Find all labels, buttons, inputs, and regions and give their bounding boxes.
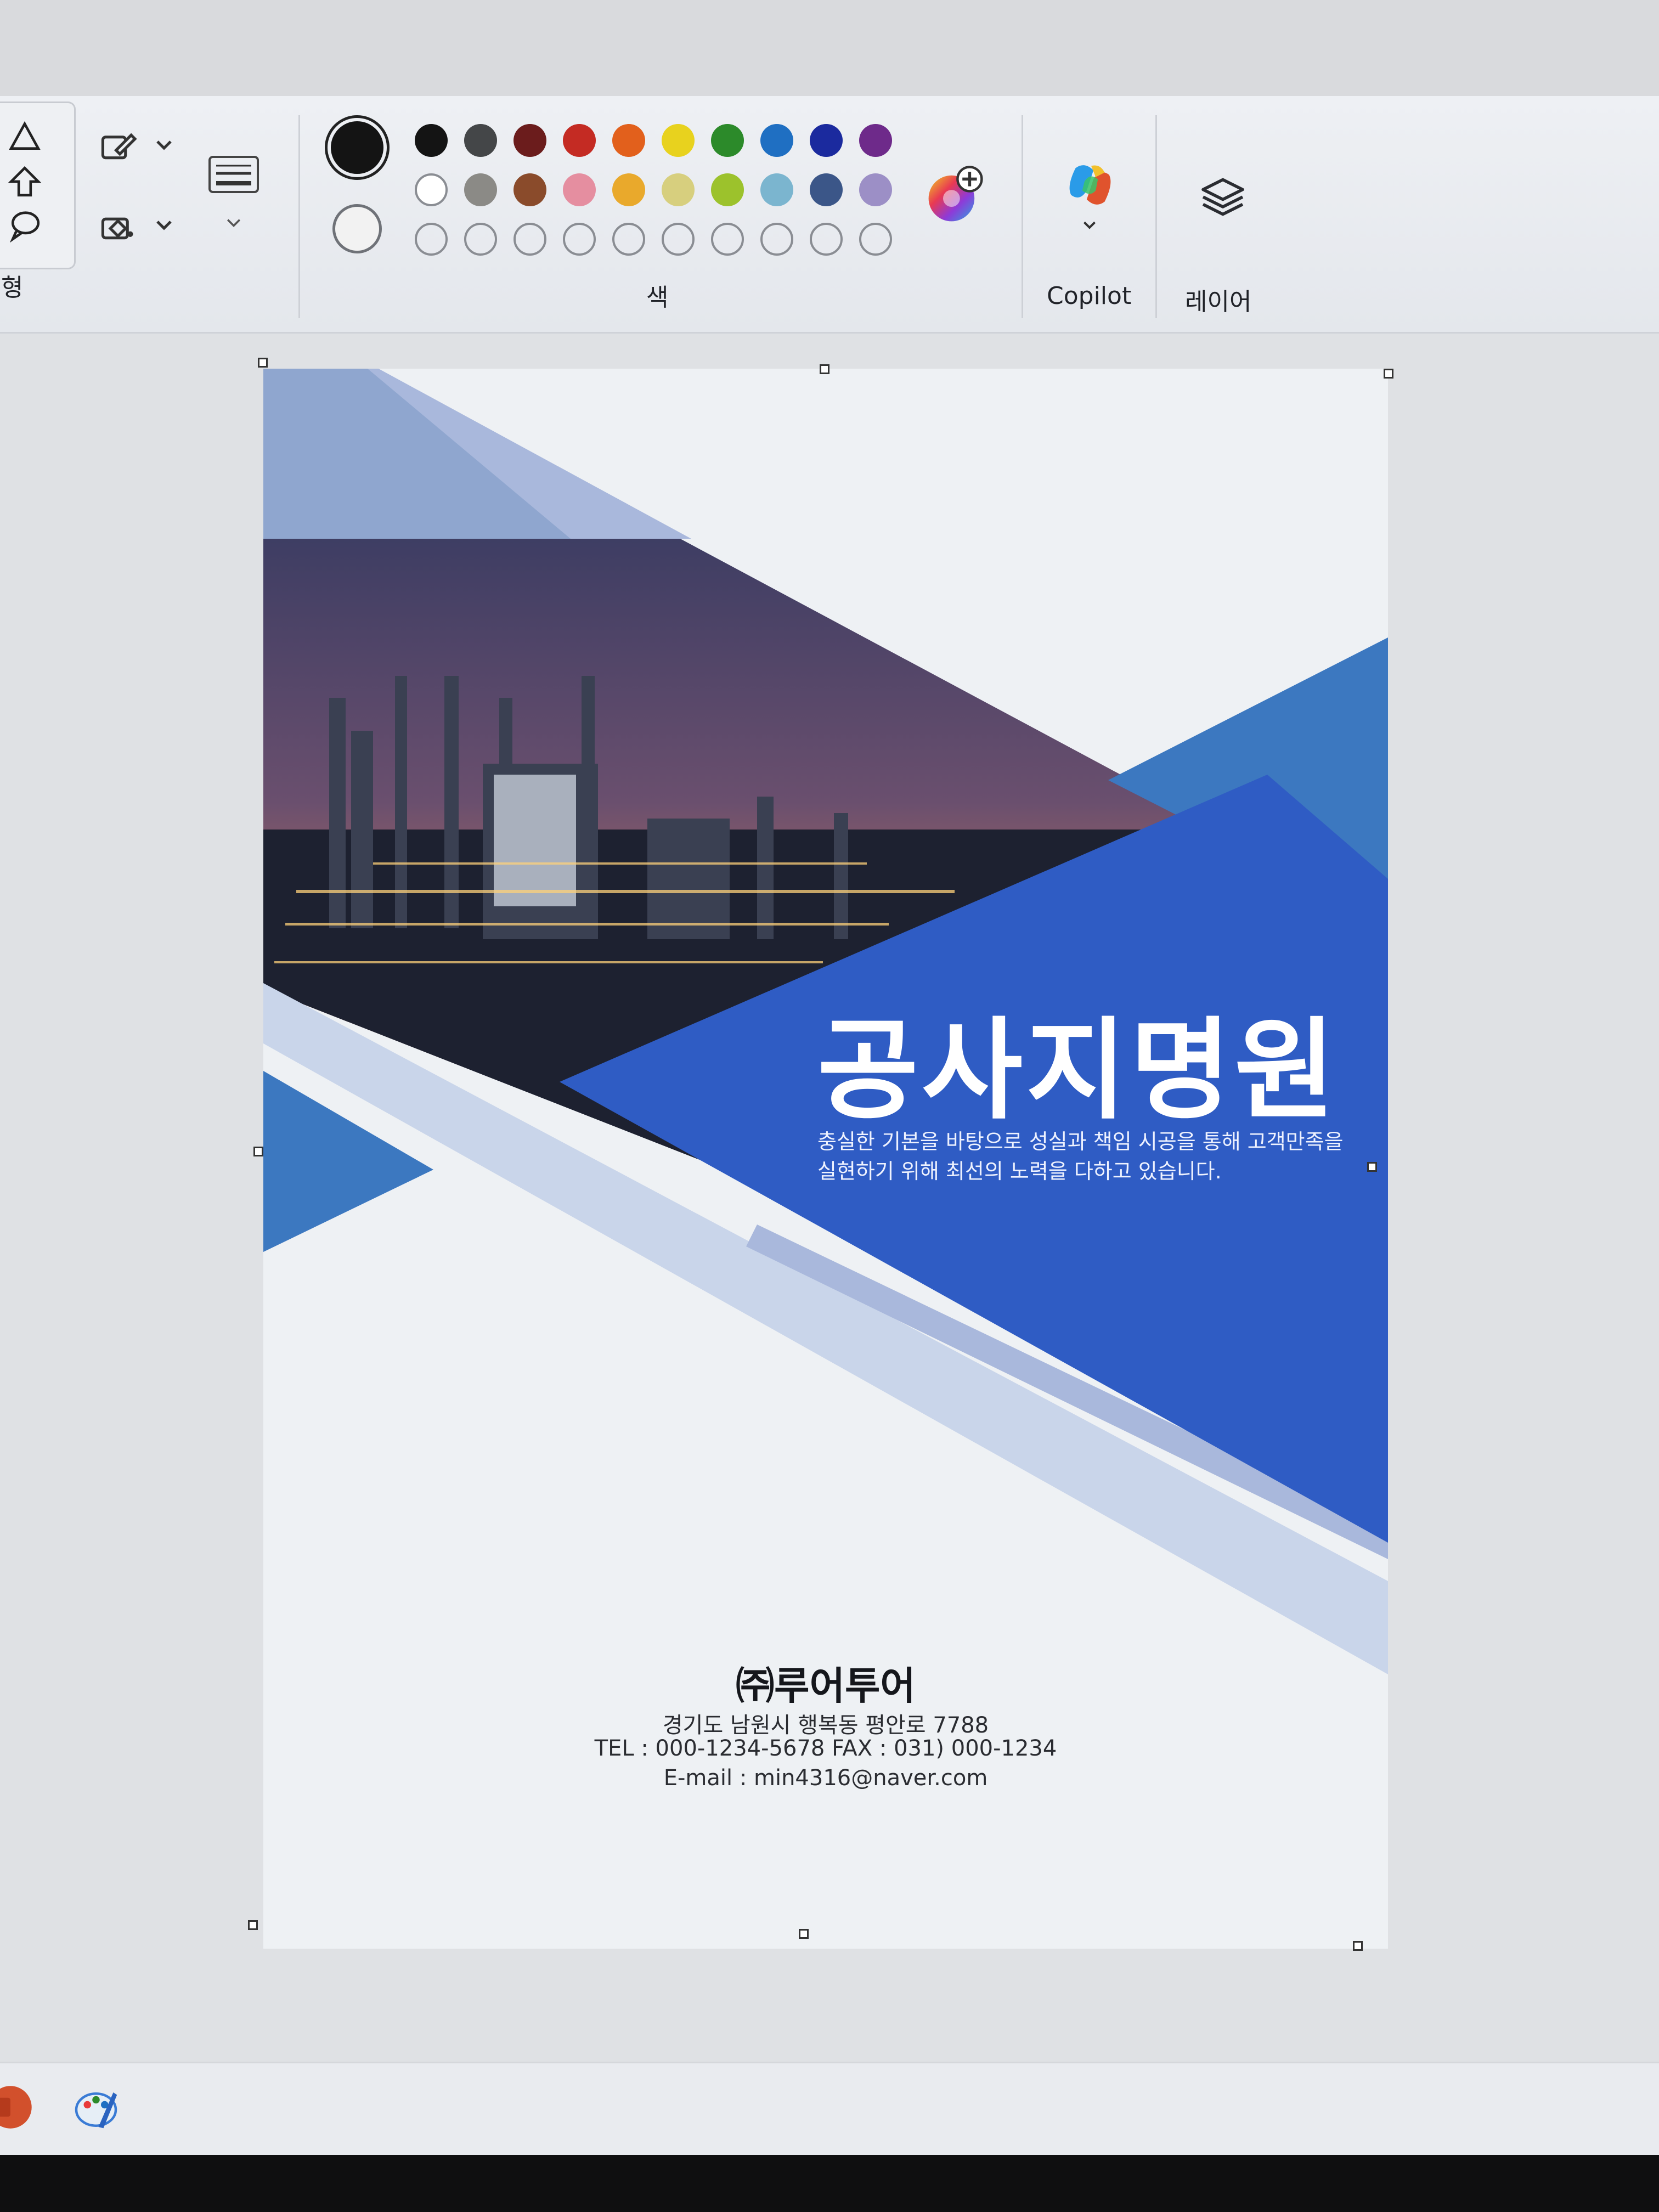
arrow-up-icon[interactable] [8, 165, 42, 199]
company-address: 경기도 남원시 행복동 평안로 7788 [662, 1713, 989, 1738]
ribbon-separator [1155, 115, 1157, 318]
color-swatch[interactable] [859, 124, 892, 157]
custom-color-slot[interactable] [464, 223, 497, 256]
color-swatch[interactable] [464, 173, 497, 206]
color-swatch[interactable] [464, 124, 497, 157]
color-swatch[interactable] [415, 124, 448, 157]
color-swatch[interactable] [612, 173, 645, 206]
resize-handle-left[interactable] [253, 1147, 263, 1156]
copilot-label[interactable]: Copilot [1047, 282, 1131, 310]
powerpoint-app-icon[interactable] [0, 2084, 34, 2131]
paint-app-icon[interactable] [71, 2083, 121, 2132]
resize-handle-bottom[interactable] [799, 1929, 809, 1939]
color-swatch[interactable] [514, 124, 546, 157]
custom-color-slot[interactable] [760, 223, 793, 256]
color-swatch[interactable] [711, 173, 744, 206]
resize-handle-top-right[interactable] [1384, 369, 1393, 379]
speech-bubble-icon[interactable] [8, 208, 42, 242]
custom-color-slot[interactable] [711, 223, 744, 256]
pencil-outline-icon[interactable] [99, 129, 137, 163]
color-swatch[interactable] [514, 173, 546, 206]
description-line-1: 충실한 기본을 바탕으로 성실과 책임 시공을 통해 고객만족을 [817, 1130, 1344, 1154]
layers-label[interactable]: 레이어 [1185, 282, 1251, 317]
fill-bucket-icon[interactable] [99, 210, 137, 244]
chevron-down-icon[interactable] [151, 134, 177, 156]
color-swatch[interactable] [415, 173, 448, 206]
triangle-icon[interactable] [8, 120, 42, 154]
color-swatch[interactable] [760, 173, 793, 206]
shapes-group-label: 형 [1, 274, 24, 302]
window-top-bar [0, 0, 1659, 96]
custom-color-slot[interactable] [514, 223, 546, 256]
resize-handle-right[interactable] [1367, 1162, 1377, 1172]
custom-color-slot[interactable] [612, 223, 645, 256]
colors-group-label: 색 [646, 284, 669, 312]
copilot-icon[interactable] [1062, 157, 1118, 213]
shapes-gallery[interactable] [0, 101, 76, 269]
taskbar [0, 2062, 1659, 2157]
company-email: E-mail : min4316@naver.com [663, 1765, 988, 1791]
chevron-down-icon[interactable] [151, 214, 177, 236]
color-swatch[interactable] [711, 124, 744, 157]
color-swatch[interactable] [662, 173, 695, 206]
company-name: ㈜루어투어 [736, 1663, 916, 1708]
edit-colors-icon[interactable] [925, 165, 985, 225]
primary-color-selector[interactable] [325, 115, 390, 180]
chevron-down-icon[interactable] [223, 213, 245, 233]
resize-handle-top[interactable] [820, 364, 830, 374]
resize-handle-top-left[interactable] [258, 358, 268, 368]
custom-color-slot[interactable] [415, 223, 448, 256]
layers-icon[interactable] [1198, 172, 1248, 222]
line-size-icon[interactable] [206, 154, 261, 195]
secondary-color-selector[interactable] [332, 204, 382, 253]
ribbon-separator [1022, 115, 1023, 318]
color-swatch[interactable] [612, 124, 645, 157]
resize-handle-bottom-right[interactable] [1353, 1941, 1363, 1951]
company-phone-fax: TEL : 000-1234-5678 FAX : 031) 000-1234 [594, 1736, 1057, 1761]
color-swatch[interactable] [760, 124, 793, 157]
description-line-2: 실현하기 위해 최선의 노력을 다하고 있습니다. [817, 1159, 1222, 1183]
color-swatch[interactable] [810, 173, 843, 206]
document-title: 공사지명원 [817, 1007, 1339, 1135]
color-swatch[interactable] [662, 124, 695, 157]
custom-color-slot[interactable] [662, 223, 695, 256]
color-swatch[interactable] [810, 124, 843, 157]
monitor-bezel [0, 2155, 1659, 2212]
color-swatch[interactable] [563, 124, 596, 157]
custom-color-slot[interactable] [563, 223, 596, 256]
resize-handle-bottom-left[interactable] [248, 1920, 258, 1930]
document-canvas[interactable]: 공사지명원 충실한 기본을 바탕으로 성실과 책임 시공을 통해 고객만족을 실… [263, 369, 1388, 1949]
chevron-down-icon[interactable] [1080, 216, 1099, 234]
primary-color-swatch [331, 121, 383, 174]
custom-color-slot[interactable] [859, 223, 892, 256]
color-swatch[interactable] [563, 173, 596, 206]
color-swatch[interactable] [859, 173, 892, 206]
custom-color-slot[interactable] [810, 223, 843, 256]
ribbon-separator [298, 115, 300, 318]
